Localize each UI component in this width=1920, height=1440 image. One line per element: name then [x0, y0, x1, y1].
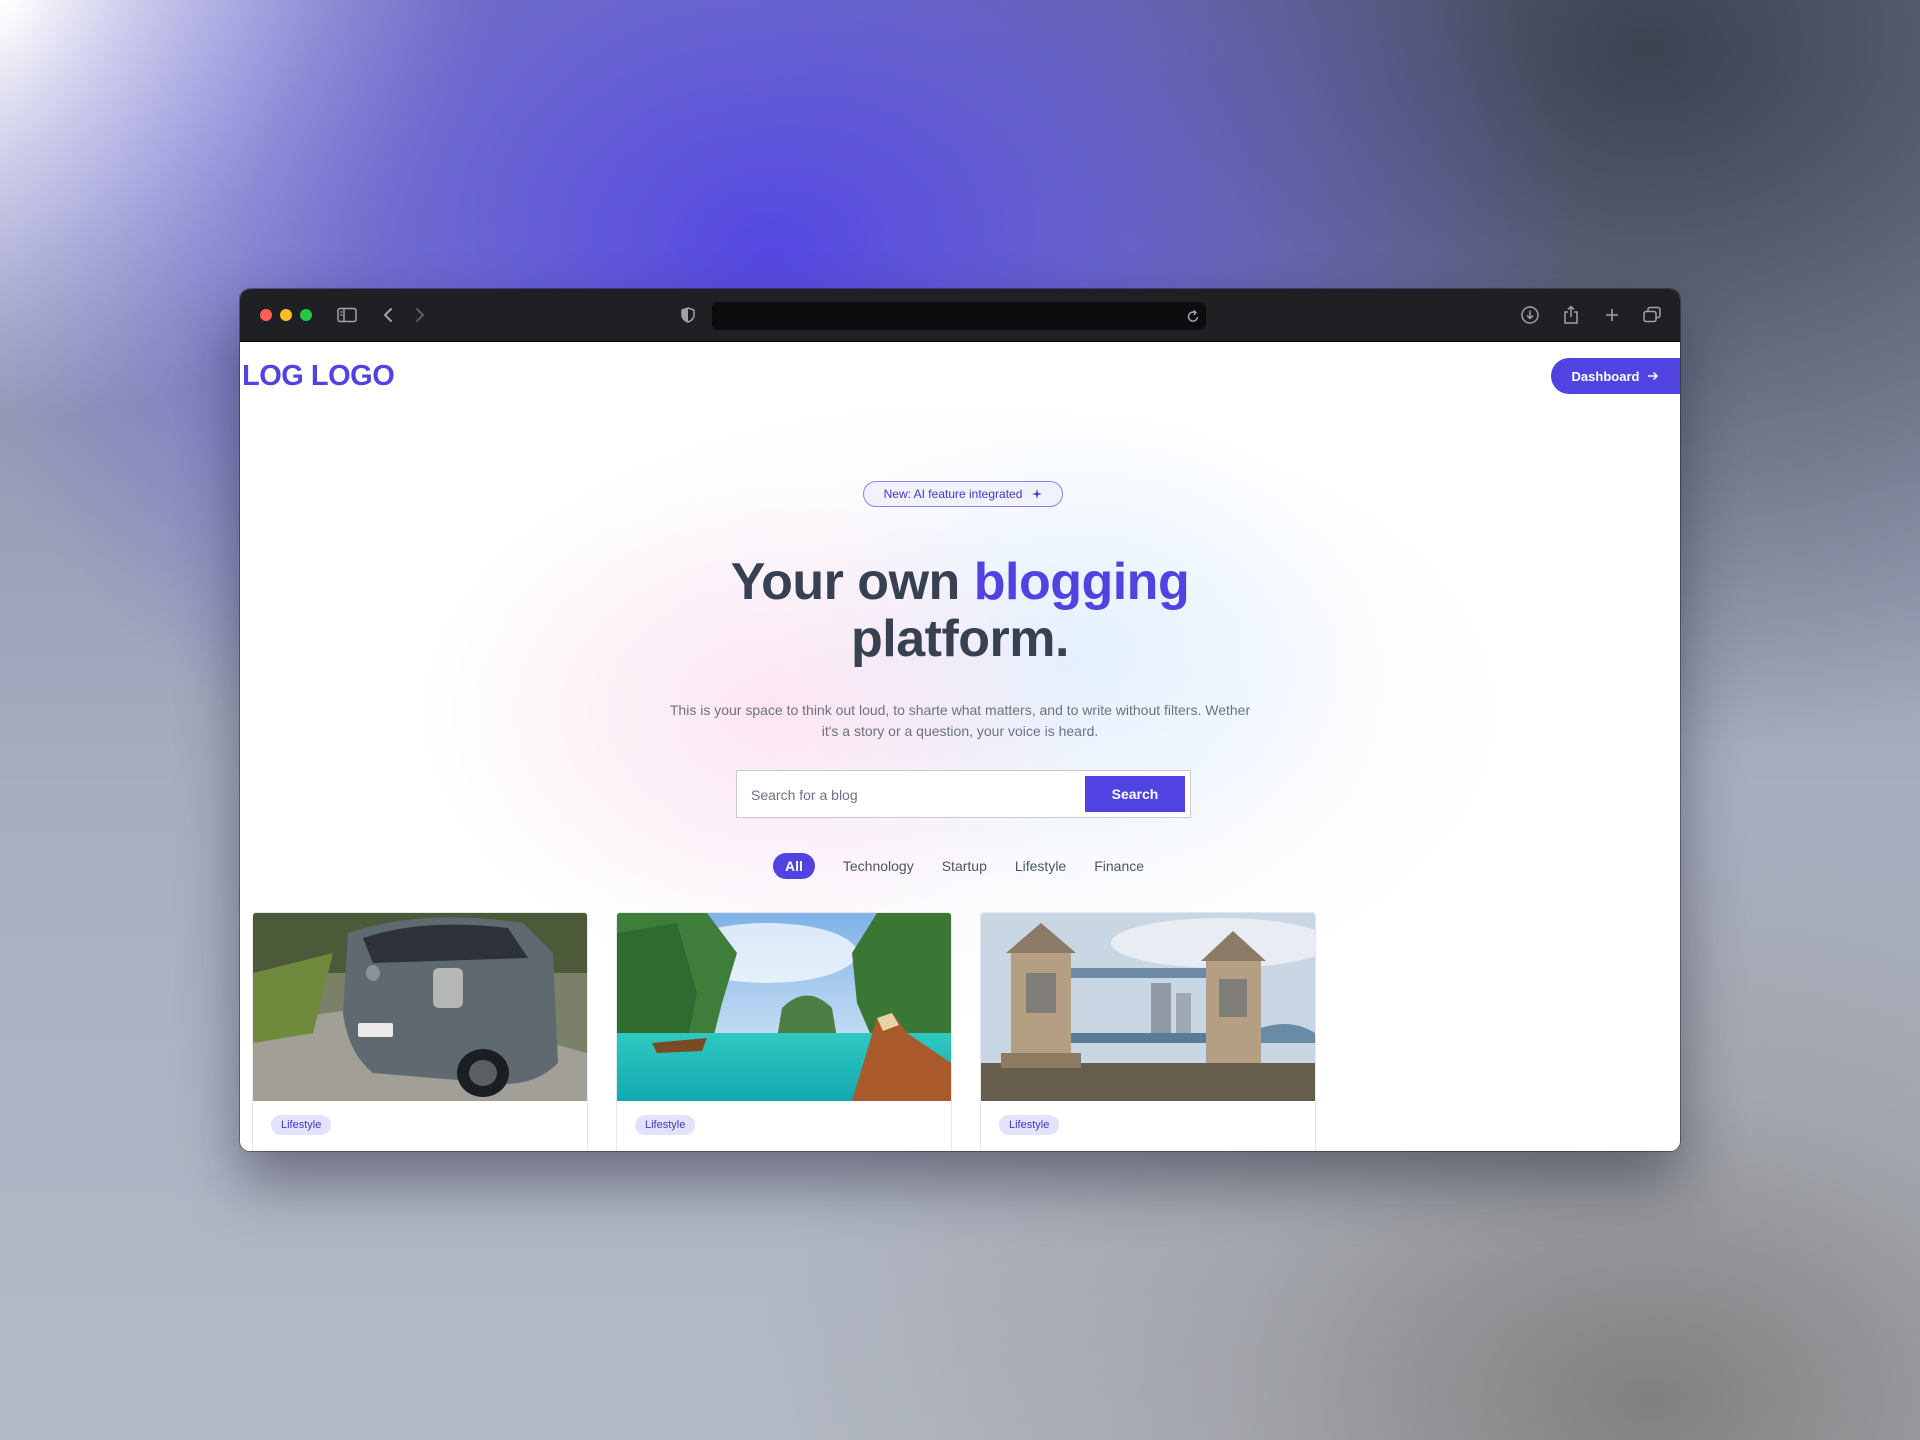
- blog-card[interactable]: Lifestyle: [616, 912, 952, 1151]
- reload-icon[interactable]: [1186, 308, 1200, 329]
- card-category-badge: Lifestyle: [635, 1115, 696, 1135]
- close-window-button[interactable]: [260, 309, 272, 321]
- tower-bridge-photo: [981, 913, 1315, 1101]
- blog-card-list: Lifestyle Lifestyle Lifestyle: [252, 912, 1316, 1151]
- filter-all[interactable]: All: [773, 853, 815, 879]
- blog-card[interactable]: Lifestyle: [980, 912, 1316, 1151]
- new-tab-icon[interactable]: [1600, 303, 1624, 327]
- tropical-boat-photo: [617, 913, 951, 1101]
- headline-text-line2: platform.: [851, 610, 1069, 668]
- filter-lifestyle[interactable]: Lifestyle: [1015, 858, 1066, 874]
- window-controls: [260, 309, 312, 321]
- download-icon[interactable]: [1518, 303, 1542, 327]
- damaged-car-photo: [253, 913, 587, 1101]
- address-bar[interactable]: [712, 302, 1206, 330]
- arrow-right-icon: [1648, 371, 1659, 381]
- forward-icon[interactable]: [408, 303, 432, 327]
- maximize-window-button[interactable]: [300, 309, 312, 321]
- sidebar-toggle-icon[interactable]: [335, 303, 359, 327]
- page-content: LOG LOGO Dashboard New: AI feature integ…: [240, 342, 1680, 1151]
- search-button[interactable]: Search: [1085, 776, 1185, 812]
- headline-accent: blogging: [973, 553, 1190, 611]
- hero-subtitle: This is your space to think out loud, to…: [669, 702, 1251, 739]
- badge-text: New: AI feature integrated: [883, 487, 1023, 501]
- search-input[interactable]: [737, 771, 1093, 819]
- dashboard-button-label: Dashboard: [1571, 368, 1640, 384]
- filter-finance[interactable]: Finance: [1094, 858, 1144, 874]
- dashboard-button[interactable]: Dashboard: [1551, 358, 1680, 394]
- shield-icon[interactable]: [676, 303, 700, 327]
- sparkle-icon: [1032, 489, 1043, 499]
- minimize-window-button[interactable]: [280, 309, 292, 321]
- filter-startup[interactable]: Startup: [942, 858, 987, 874]
- blog-card[interactable]: Lifestyle: [252, 912, 588, 1151]
- card-category-badge: Lifestyle: [271, 1115, 332, 1135]
- card-category-badge: Lifestyle: [999, 1115, 1060, 1135]
- category-filters: All Technology Startup Lifestyle Finance: [773, 853, 1172, 879]
- browser-toolbar: [240, 289, 1680, 342]
- tab-overview-icon[interactable]: [1640, 303, 1664, 327]
- browser-window: LOG LOGO Dashboard New: AI feature integ…: [240, 289, 1680, 1151]
- back-icon[interactable]: [376, 303, 400, 327]
- hero-headline: Your own blogging platform.: [660, 554, 1260, 668]
- site-logo[interactable]: LOG LOGO: [242, 360, 395, 393]
- new-feature-badge[interactable]: New: AI feature integrated: [863, 481, 1063, 507]
- share-icon[interactable]: [1559, 303, 1583, 327]
- filter-technology[interactable]: Technology: [843, 858, 914, 874]
- search-bar: Search: [736, 770, 1191, 819]
- headline-text: Your own: [730, 553, 974, 611]
